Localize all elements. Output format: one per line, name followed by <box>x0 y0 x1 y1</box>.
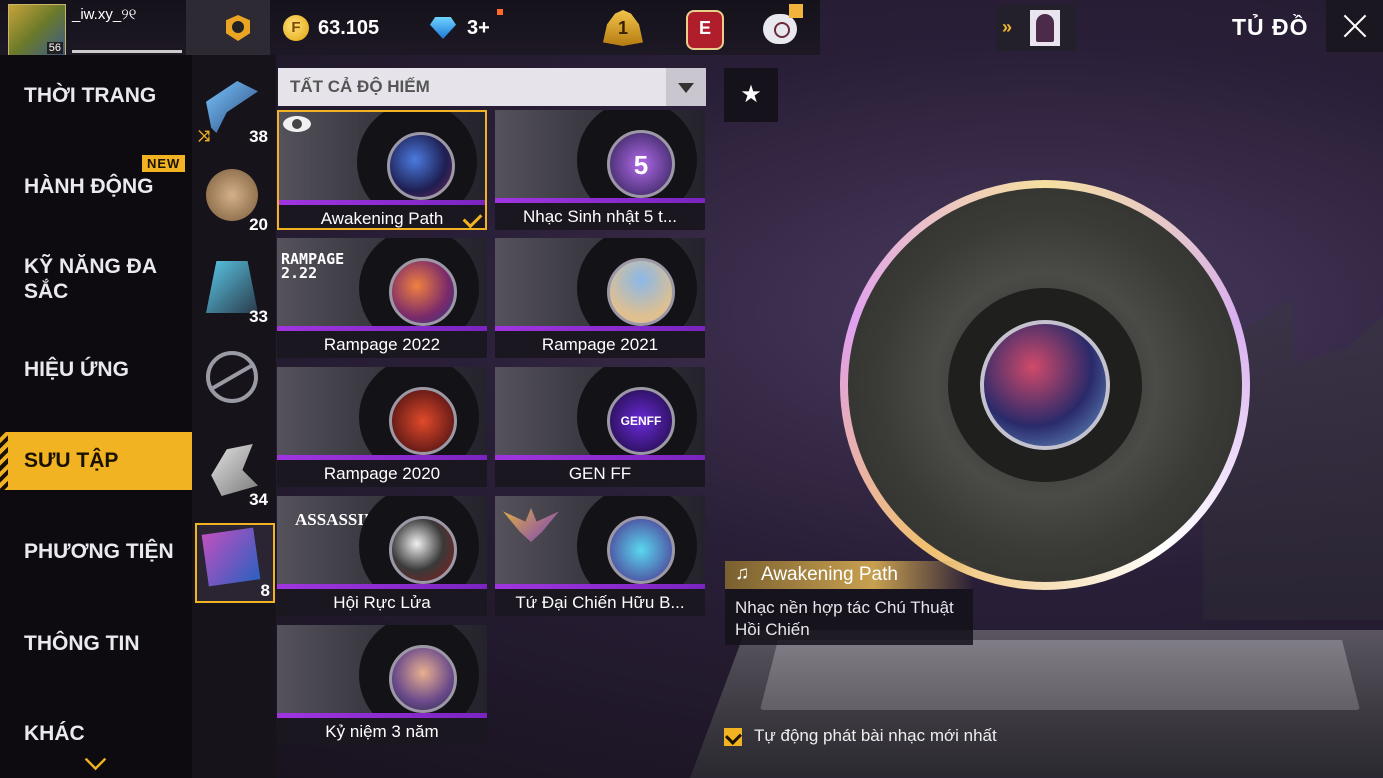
notification-dot <box>497 9 503 15</box>
card-icon <box>206 261 258 313</box>
preview-eye-icon[interactable] <box>283 116 311 132</box>
shuffle-icon[interactable]: ⤨ <box>198 128 210 145</box>
double-chevron-icon: » <box>1002 17 1013 37</box>
category-piggy[interactable]: 20 <box>198 163 268 235</box>
nav-item-color-skills[interactable]: KỸ NĂNG ĐA SẮC <box>0 250 192 330</box>
track-name: Tứ Đại Chiến Hữu B... <box>495 589 705 616</box>
nav-item-vehicles[interactable]: PHƯƠNG TIỆN <box>0 525 192 589</box>
exp-bar <box>72 50 182 53</box>
track-name: Nhạc Sinh nhật 5 t... <box>495 203 705 230</box>
diamond-icon[interactable] <box>430 17 456 39</box>
category-gear[interactable]: 34 <box>198 438 268 510</box>
track-tile[interactable]: Kỷ niệm 3 năm <box>277 625 487 745</box>
rarity-filter-dropdown[interactable]: TẤT CẢ ĐỘ HIẾM <box>278 68 706 106</box>
category-card[interactable]: 33 <box>198 255 268 327</box>
track-name: Rampage 2021 <box>495 331 705 358</box>
track-tile[interactable]: Tứ Đại Chiến Hữu B... <box>495 496 705 616</box>
track-tile[interactable]: Awakening Path <box>277 110 487 230</box>
track-name: GEN FF <box>495 460 705 487</box>
track-name: Awakening Path <box>279 205 485 228</box>
track-name: Kỷ niệm 3 năm <box>277 718 487 745</box>
event-icon[interactable]: E <box>686 10 724 50</box>
nav-label: THỜI TRANG <box>24 84 157 107</box>
item-count: 38 <box>249 127 268 146</box>
close-button[interactable] <box>1326 0 1383 52</box>
checkbox-checked-icon[interactable] <box>724 728 742 746</box>
nav-label: HIỆU ỨNG <box>24 358 129 381</box>
gift-icon <box>789 4 803 18</box>
rank-crown-icon[interactable]: 1 <box>603 10 643 46</box>
pickaxe-icon <box>206 81 258 133</box>
character-switch-button[interactable]: » <box>996 5 1076 51</box>
track-tile[interactable]: RAMPAGE 2.22 Rampage 2022 <box>277 238 487 358</box>
shield-icon <box>226 15 250 41</box>
music-album-icon <box>201 527 261 587</box>
autoplay-label: Tự động phát bài nhạc mới nhất <box>754 726 997 745</box>
rank-badge[interactable] <box>186 0 270 55</box>
track-info-body: Nhạc nền hợp tác Chú Thuật Hồi Chiến <box>725 589 973 645</box>
cloud-download-icon[interactable] <box>763 14 797 44</box>
rank-number: 1 <box>617 18 628 38</box>
gold-coin-icon: F <box>283 15 309 41</box>
player-name: _iw.xy_୨୧ <box>72 6 137 23</box>
new-badge: NEW <box>142 155 186 172</box>
none-icon <box>206 351 258 403</box>
track-tile[interactable]: ASSASSIN'S Hội Rực Lửa <box>277 496 487 616</box>
disc-label: GENFF <box>620 414 662 428</box>
coin-balance: 63.105 <box>318 17 380 39</box>
track-name: Rampage 2022 <box>277 331 487 358</box>
item-count: 34 <box>249 490 268 509</box>
display-stage-top <box>760 640 1360 710</box>
active-stripe <box>0 432 8 490</box>
category-none[interactable] <box>198 345 268 417</box>
nav-item-info[interactable]: THÔNG TIN <box>0 617 192 681</box>
player-level: 56 <box>46 42 63 54</box>
category-music[interactable]: 8 <box>195 523 275 603</box>
preview-disc-art <box>980 320 1110 450</box>
piggy-icon <box>206 169 258 221</box>
nav-label: PHƯƠNG TIỆN <box>24 540 174 563</box>
player-avatar[interactable]: 56 <box>8 4 66 56</box>
character-icon <box>1030 10 1060 46</box>
track-description: Nhạc nền hợp tác Chú Thuật Hồi Chiến <box>735 598 954 639</box>
track-tile[interactable]: Rampage 2021 <box>495 238 705 358</box>
track-tile[interactable]: Rampage 2020 <box>277 367 487 487</box>
track-name: Rampage 2020 <box>277 460 487 487</box>
nav-label: KHÁC <box>24 722 85 745</box>
nav-label: KỸ NĂNG ĐA SẮC <box>24 255 157 303</box>
item-count: 20 <box>249 215 268 234</box>
nav-item-fashion[interactable]: THỜI TRANG <box>0 69 192 133</box>
diamond-balance[interactable]: 3+ <box>467 17 490 40</box>
disc-label: 5 <box>633 150 649 180</box>
nav-label: THÔNG TIN <box>24 632 140 655</box>
nav-label: SƯU TẬP <box>24 449 119 472</box>
nav-item-effects[interactable]: HIỆU ỨNG <box>0 343 192 407</box>
track-tile[interactable]: 5 Nhạc Sinh nhật 5 t... <box>495 110 705 230</box>
nav-item-collection[interactable]: SƯU TẬP <box>0 432 192 490</box>
gear-icon <box>211 444 258 496</box>
category-column: ⤨ 38 20 33 34 8 <box>192 55 276 778</box>
winged-emblem-icon <box>503 508 559 542</box>
item-count: 33 <box>249 307 268 326</box>
rampage-logo: RAMPAGE 2.22 <box>281 250 345 282</box>
track-info-title: Awakening Path <box>761 564 898 585</box>
music-note-icon: ♫ <box>735 563 750 584</box>
track-name: Hội Rực Lửa <box>277 589 487 616</box>
category-pickaxe[interactable]: ⤨ 38 <box>198 75 268 147</box>
nav-label: HÀNH ĐỘNG <box>24 175 154 198</box>
track-info-header: ♫ Awakening Path <box>725 561 973 589</box>
filter-label: TẤT CẢ ĐỘ HIẾM <box>290 77 430 96</box>
favorite-star-button[interactable]: ★ <box>724 68 778 122</box>
track-tile[interactable]: GENFF GEN FF <box>495 367 705 487</box>
item-count: 8 <box>260 581 270 600</box>
top-bar: 56 _iw.xy_୨୧ F 63.105 3+ 1 E <box>0 0 820 56</box>
dropdown-arrow-icon[interactable] <box>666 68 706 106</box>
page-title: TỦ ĐỒ <box>1232 14 1309 40</box>
